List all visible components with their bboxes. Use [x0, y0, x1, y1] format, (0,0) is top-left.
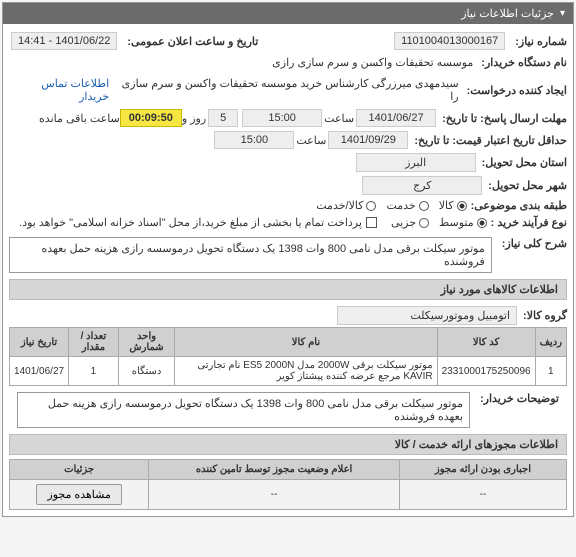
deadline-days: 5	[208, 109, 238, 127]
licenses-table: اجباری بودن ارائه مجوز اعلام وضعیت مجوز …	[9, 459, 567, 510]
col-status: اعلام وضعیت مجوز توسط تامین کننده	[149, 460, 400, 480]
table-row: -- -- مشاهده مجوز	[10, 480, 567, 510]
minvalid-label: حداقل تاریخ اعتبار قیمت: تا تاریخ:	[414, 134, 567, 147]
cell-details: مشاهده مجوز	[10, 480, 149, 510]
col-unit: واحد شمارش	[118, 328, 175, 357]
deadline-remain-label: ساعت باقی مانده	[39, 112, 120, 125]
panel-header[interactable]: ▾ جزئیات اطلاعات نیاز	[3, 3, 573, 24]
table-header-row: ردیف کد کالا نام کالا واحد شمارش تعداد /…	[10, 328, 567, 357]
cell-idx: 1	[535, 357, 566, 386]
table-row: 1 2331000175250096 موتور سیکلت برقی 2000…	[10, 357, 567, 386]
radio-empty-icon	[419, 201, 429, 211]
opt-label: جزیی	[391, 216, 416, 229]
opt-label: متوسط	[439, 216, 474, 229]
view-license-button[interactable]: مشاهده مجوز	[36, 484, 121, 505]
summary-text: موتور سیکلت برقی مدل نامی 800 وات 1398 ی…	[9, 237, 492, 273]
opt-label: کالا/خدمت	[316, 199, 363, 212]
cell-mandatory: --	[399, 480, 566, 510]
col-name: نام کالا	[175, 328, 437, 357]
col-qty: تعداد / مقدار	[69, 328, 119, 357]
deadline-date: 1401/06/27	[356, 109, 436, 127]
city-label: شهر محل تحویل:	[488, 179, 567, 192]
treasury-note-text: پرداخت تمام یا بخشی از مبلغ خرید،از محل …	[19, 216, 362, 229]
radio-filled-icon	[477, 218, 487, 228]
treasury-note: پرداخت تمام یا بخشی از مبلغ خرید،از محل …	[19, 216, 377, 229]
category-options: کالا خدمت کالا/خدمت	[316, 199, 466, 212]
summary-label: شرح کلی نیاز:	[502, 237, 567, 250]
cell-code: 2331000175250096	[437, 357, 535, 386]
col-mandatory: اجباری بودن ارائه مجوز	[399, 460, 566, 480]
cell-date: 1401/06/27	[10, 357, 69, 386]
minvalid-time: 15:00	[214, 131, 294, 149]
cell-qty: 1	[69, 357, 119, 386]
col-date: تاریخ نیاز	[10, 328, 69, 357]
buyer-note-text: موتور سیکلت برقی مدل نامی 800 وات 1398 ی…	[17, 392, 470, 428]
requester-value: سیدمهدی میرزرگی کارشناس خرید موسسه تحقیق…	[109, 75, 462, 105]
radio-empty-icon	[366, 201, 376, 211]
cell-unit: دستگاه	[118, 357, 175, 386]
category-label: طبقه بندی موضوعی:	[471, 199, 567, 212]
city-value: کرج	[362, 176, 482, 195]
buyer-org-value: موسسه تحقیقات واکسن و سرم سازی رازی	[268, 54, 477, 71]
contact-link[interactable]: اطلاعات تماس خریدار	[9, 77, 109, 103]
opt-label: کالا	[439, 199, 454, 212]
panel-body: شماره نیاز: 1101004013000167 تاریخ و ساع…	[3, 24, 573, 516]
announce-value: 1401/06/22 - 14:41	[11, 32, 117, 50]
buyer-org-label: نام دستگاه خریدار:	[481, 56, 567, 69]
deadline-time-label: ساعت	[324, 112, 354, 125]
panel-title: جزئیات اطلاعات نیاز	[461, 7, 554, 20]
collapse-icon: ▾	[560, 8, 565, 19]
deadline-day-label: روز و	[182, 112, 206, 125]
category-opt-service[interactable]: خدمت	[386, 199, 428, 212]
checkbox-icon[interactable]	[366, 217, 377, 228]
province-value: البرز	[356, 153, 476, 172]
radio-filled-icon	[457, 201, 467, 211]
countdown-timer: 00:09:50	[120, 109, 182, 127]
process-label: نوع فرآیند خرید :	[491, 216, 567, 229]
minvalid-time-label: ساعت	[296, 134, 326, 147]
need-number-label: شماره نیاز:	[515, 35, 567, 48]
deadline-time: 15:00	[242, 109, 322, 127]
need-number-value: 1101004013000167	[394, 32, 505, 50]
licenses-section-header: اطلاعات مجوزهای ارائه خدمت / کالا	[9, 434, 567, 455]
opt-label: خدمت	[386, 199, 415, 212]
cell-status: --	[149, 480, 400, 510]
items-section-header: اطلاعات کالاهای مورد نیاز	[9, 279, 567, 300]
province-label: استان محل تحویل:	[482, 156, 567, 169]
requester-label: ایجاد کننده درخواست:	[467, 84, 567, 97]
col-details: جزئیات	[10, 460, 149, 480]
announce-label: تاریخ و ساعت اعلان عمومی:	[127, 35, 258, 48]
category-opt-goods[interactable]: کالا	[439, 199, 467, 212]
process-opt-medium[interactable]: متوسط	[439, 216, 487, 229]
minvalid-date: 1401/09/29	[328, 131, 408, 149]
deadline-label: مهلت ارسال پاسخ: تا تاریخ:	[442, 112, 567, 125]
radio-empty-icon	[419, 218, 429, 228]
process-opt-minor[interactable]: جزیی	[391, 216, 429, 229]
table-header-row: اجباری بودن ارائه مجوز اعلام وضعیت مجوز …	[10, 460, 567, 480]
process-options: متوسط جزیی	[391, 216, 487, 229]
group-label: گروه کالا:	[523, 309, 567, 322]
cell-name: موتور سیکلت برقی 2000W مدل ES5 2000N نام…	[175, 357, 437, 386]
category-opt-both[interactable]: کالا/خدمت	[316, 199, 376, 212]
buyer-note-label: توضیحات خریدار:	[480, 392, 559, 405]
col-code: کد کالا	[437, 328, 535, 357]
group-value: اتومبیل وموتورسیکلت	[337, 306, 517, 325]
items-table: ردیف کد کالا نام کالا واحد شمارش تعداد /…	[9, 327, 567, 386]
col-idx: ردیف	[535, 328, 566, 357]
